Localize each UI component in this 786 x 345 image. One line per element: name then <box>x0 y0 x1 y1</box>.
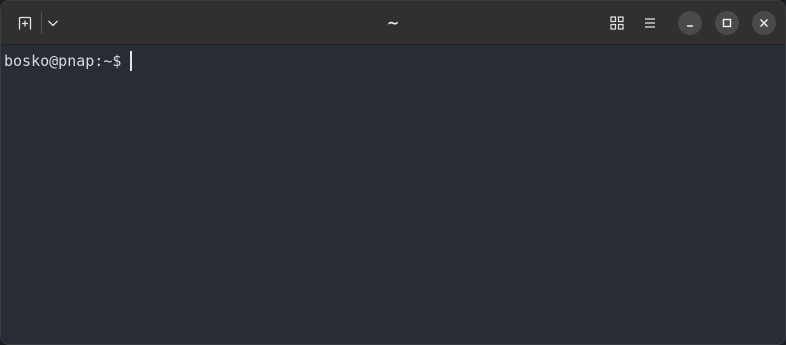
close-icon <box>760 19 768 27</box>
terminal-area[interactable]: bosko@pnap:~$ <box>1 45 785 344</box>
new-tab-icon <box>18 16 32 30</box>
main-menu-button[interactable] <box>636 10 664 36</box>
tab-menu-dropdown-button[interactable] <box>43 10 63 36</box>
hamburger-menu-icon <box>645 18 655 28</box>
tab-overview-button[interactable] <box>603 10 631 36</box>
minimize-button[interactable] <box>678 11 702 35</box>
new-tab-button[interactable] <box>11 10 39 36</box>
terminal-window: ~ bosko@pnap:~$ <box>0 0 786 345</box>
maximize-button[interactable] <box>715 11 739 35</box>
text-cursor <box>130 51 133 71</box>
window-title: ~ <box>386 14 400 32</box>
maximize-icon <box>722 18 732 28</box>
chevron-down-icon <box>48 20 58 27</box>
header-bar: ~ <box>1 1 785 45</box>
close-button[interactable] <box>752 11 776 35</box>
header-divider <box>41 12 42 34</box>
minimize-icon <box>687 25 693 27</box>
shell-prompt: bosko@pnap:~$ <box>4 52 122 70</box>
prompt-line: bosko@pnap:~$ <box>4 51 133 71</box>
grid-icon <box>610 16 624 30</box>
